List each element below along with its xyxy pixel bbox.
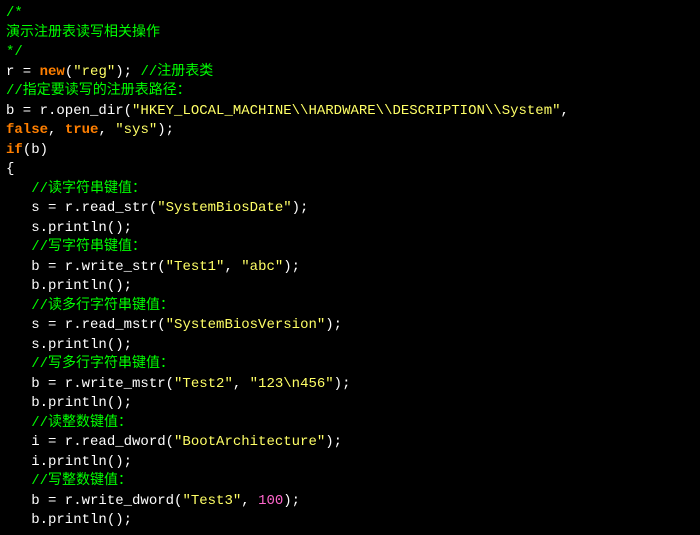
code-text: , xyxy=(241,493,258,509)
string-literal: "Test3" xyxy=(182,493,241,509)
comment-line: //指定要读写的注册表路径： xyxy=(6,83,191,99)
comment-line: //读整数键值： xyxy=(31,415,132,431)
comment-line: //写多行字符串键值： xyxy=(31,356,174,372)
code-text: s.println(); xyxy=(6,337,132,353)
code-text: b = r.write_dword( xyxy=(6,493,182,509)
string-literal: "sys" xyxy=(115,122,157,138)
code-text: i.println(); xyxy=(6,454,132,470)
indent xyxy=(6,298,31,314)
number-literal: 100 xyxy=(258,493,283,509)
code-text: b = r.write_mstr( xyxy=(6,376,174,392)
string-literal: "Test2" xyxy=(174,376,233,392)
comment-line: //读字符串键值： xyxy=(31,181,146,197)
string-literal: "SystemBiosVersion" xyxy=(166,317,326,333)
string-literal: "reg" xyxy=(73,64,115,80)
brace-open: { xyxy=(6,161,14,177)
string-literal: "SystemBiosDate" xyxy=(157,200,291,216)
indent xyxy=(6,415,31,431)
code-text: ); xyxy=(115,64,140,80)
code-text: r = xyxy=(6,64,40,80)
code-text: ); xyxy=(325,434,342,450)
code-text: (b) xyxy=(23,142,48,158)
keyword-true: true xyxy=(65,122,99,138)
code-text: ); xyxy=(325,317,342,333)
string-literal: "abc" xyxy=(241,259,283,275)
code-text: , xyxy=(48,122,65,138)
code-text: s.println(); xyxy=(6,220,132,236)
code-text: b.println(); xyxy=(6,278,132,294)
code-text: , xyxy=(561,103,569,119)
code-text: ); xyxy=(283,493,300,509)
code-text: , xyxy=(98,122,115,138)
comment-inline: //注册表类 xyxy=(140,64,213,80)
code-text: s = r.read_str( xyxy=(6,200,157,216)
comment-open: /* xyxy=(6,5,23,21)
indent xyxy=(6,356,31,372)
code-text: b = r.write_str( xyxy=(6,259,166,275)
string-literal: "123\n456" xyxy=(250,376,334,392)
string-literal: "Test1" xyxy=(166,259,225,275)
comment-close: */ xyxy=(6,44,23,60)
code-block: /* 演示注册表读写相关操作 */ r = new("reg"); //注册表类… xyxy=(0,0,700,535)
string-literal: "BootArchitecture" xyxy=(174,434,325,450)
indent xyxy=(6,181,31,197)
code-text: b = r.open_dir( xyxy=(6,103,132,119)
code-text: ); xyxy=(157,122,174,138)
code-text: , xyxy=(233,376,250,392)
string-literal: "HKEY_LOCAL_MACHINE\\HARDWARE\\DESCRIPTI… xyxy=(132,103,560,119)
code-text: ( xyxy=(65,64,73,80)
code-text: s = r.read_mstr( xyxy=(6,317,166,333)
comment-line: //写字符串键值： xyxy=(31,239,146,255)
indent xyxy=(6,239,31,255)
keyword-false: false xyxy=(6,122,48,138)
indent xyxy=(6,473,31,489)
comment-line: //写整数键值： xyxy=(31,473,132,489)
keyword-new: new xyxy=(40,64,65,80)
code-text: ); xyxy=(334,376,351,392)
comment-desc: 演示注册表读写相关操作 xyxy=(6,25,160,41)
code-text: b.println(); xyxy=(6,512,132,528)
code-text: , xyxy=(224,259,241,275)
code-text: b.println(); xyxy=(6,395,132,411)
comment-line: //读多行字符串键值： xyxy=(31,298,174,314)
code-text: ); xyxy=(283,259,300,275)
code-text: ); xyxy=(292,200,309,216)
code-text: i = r.read_dword( xyxy=(6,434,174,450)
keyword-if: if xyxy=(6,142,23,158)
